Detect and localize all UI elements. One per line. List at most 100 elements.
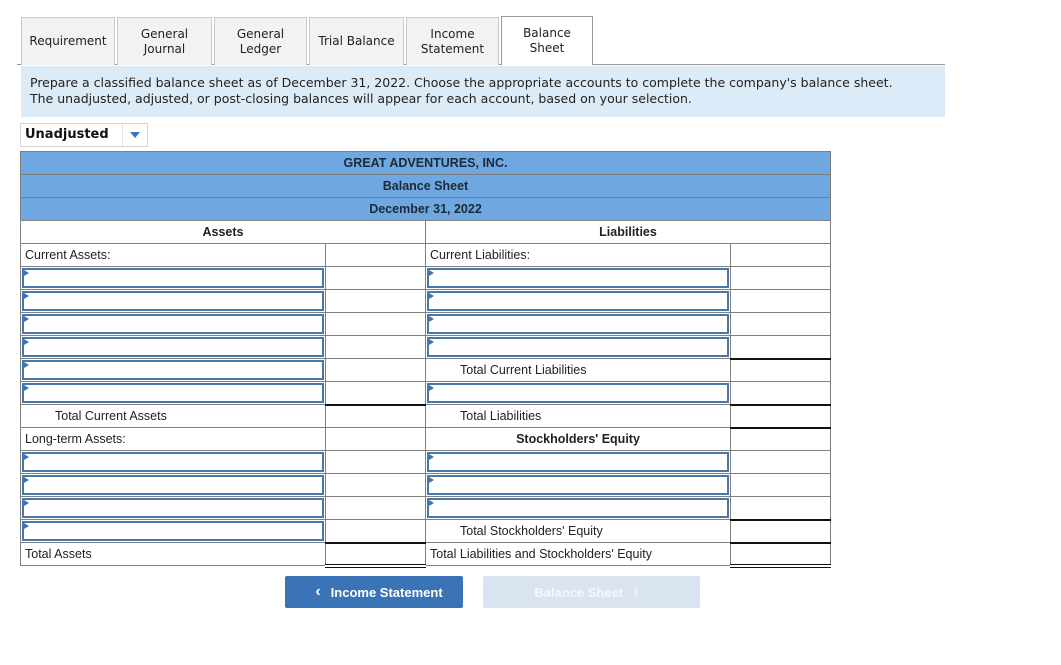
dropdown-flag-icon xyxy=(429,477,434,483)
account-input[interactable] xyxy=(22,383,324,403)
next-balance-sheet-button[interactable]: Balance Sheet › xyxy=(483,576,700,608)
stockholders-equity-header: Stockholders' Equity xyxy=(425,427,731,451)
tab-label: General Ledger xyxy=(236,26,285,56)
instructions-line-1: Prepare a classified balance sheet as of… xyxy=(30,75,893,90)
total-current-assets-label: Total Current Assets xyxy=(20,404,326,428)
total-stockholders-equity-amount[interactable] xyxy=(730,519,831,544)
current-liability-account-select[interactable] xyxy=(425,266,731,290)
tab-general-journal[interactable]: General Journal xyxy=(117,17,212,65)
prev-income-statement-button[interactable]: ‹ Income Statement xyxy=(285,576,463,608)
amount-cell xyxy=(730,427,831,451)
balance-type-select[interactable]: Unadjusted xyxy=(20,123,148,147)
tab-label: Income Statement xyxy=(420,26,485,56)
current-asset-amount[interactable] xyxy=(325,312,426,336)
account-input[interactable] xyxy=(427,337,729,357)
account-input[interactable] xyxy=(427,475,729,495)
total-liabilities-label: Total Liabilities xyxy=(425,404,731,428)
account-input[interactable] xyxy=(427,291,729,311)
account-input[interactable] xyxy=(427,498,729,518)
current-liability-account-select[interactable] xyxy=(425,289,731,313)
tab-general-ledger[interactable]: General Ledger xyxy=(214,17,307,65)
account-input[interactable] xyxy=(22,452,324,472)
dropdown-flag-icon xyxy=(429,270,434,276)
total-current-liabilities-amount[interactable] xyxy=(730,358,831,382)
equity-amount[interactable] xyxy=(730,473,831,497)
current-asset-account-select[interactable] xyxy=(20,335,326,359)
long-term-asset-amount[interactable] xyxy=(325,496,426,520)
current-liabilities-label: Current Liabilities: xyxy=(425,243,731,267)
equity-amount[interactable] xyxy=(730,450,831,474)
long-term-liability-account-select[interactable] xyxy=(425,381,731,405)
current-liability-account-select[interactable] xyxy=(425,335,731,359)
current-liability-account-select[interactable] xyxy=(425,312,731,336)
dropdown-flag-icon xyxy=(24,523,29,529)
long-term-asset-amount[interactable] xyxy=(325,519,426,544)
equity-amount[interactable] xyxy=(730,496,831,521)
current-asset-amount[interactable] xyxy=(325,358,426,382)
balance-sheet-table: GREAT ADVENTURES, INC. Balance Sheet Dec… xyxy=(20,151,831,568)
account-input[interactable] xyxy=(427,452,729,472)
account-input[interactable] xyxy=(427,268,729,288)
liabilities-header: Liabilities xyxy=(425,220,831,244)
dropdown-flag-icon xyxy=(24,500,29,506)
long-term-asset-account-select[interactable] xyxy=(20,450,326,474)
total-stockholders-equity-label: Total Stockholders' Equity xyxy=(425,519,731,543)
account-input[interactable] xyxy=(22,337,324,357)
current-liability-amount[interactable] xyxy=(730,289,831,313)
tab-label: Balance Sheet xyxy=(523,26,571,55)
total-liabilities-amount[interactable] xyxy=(730,404,831,429)
current-assets-label: Current Assets: xyxy=(20,243,326,267)
equity-account-select[interactable] xyxy=(425,496,731,520)
statement-date: December 31, 2022 xyxy=(20,197,831,221)
equity-account-select[interactable] xyxy=(425,473,731,497)
current-asset-amount[interactable] xyxy=(325,266,426,290)
account-input[interactable] xyxy=(427,383,729,403)
account-input[interactable] xyxy=(22,314,324,334)
total-liabilities-and-equity-label: Total Liabilities and Stockholders' Equi… xyxy=(425,542,731,566)
long-term-assets-label: Long-term Assets: xyxy=(20,427,326,451)
long-term-liability-amount[interactable] xyxy=(730,381,831,406)
tab-income-statement[interactable]: Income Statement xyxy=(406,17,499,65)
long-term-asset-account-select[interactable] xyxy=(20,519,326,543)
current-liability-amount[interactable] xyxy=(730,312,831,336)
current-asset-amount[interactable] xyxy=(325,289,426,313)
dropdown-flag-icon xyxy=(24,293,29,299)
total-assets-label: Total Assets xyxy=(20,542,326,566)
statement-title: Balance Sheet xyxy=(20,174,831,198)
current-asset-amount[interactable] xyxy=(325,381,426,406)
account-input[interactable] xyxy=(22,475,324,495)
account-input[interactable] xyxy=(22,498,324,518)
amount-cell xyxy=(730,243,831,267)
long-term-asset-amount[interactable] xyxy=(325,473,426,497)
current-asset-account-select[interactable] xyxy=(20,266,326,290)
account-input[interactable] xyxy=(22,268,324,288)
tab-bar: Requirement General Journal General Ledger… xyxy=(21,16,595,65)
current-asset-account-select[interactable] xyxy=(20,381,326,405)
current-liability-amount[interactable] xyxy=(730,335,831,360)
account-input[interactable] xyxy=(427,314,729,334)
instructions-line-2: The unadjusted, adjusted, or post-closin… xyxy=(30,91,692,106)
account-input[interactable] xyxy=(22,521,324,541)
tab-requirement[interactable]: Requirement xyxy=(21,17,115,65)
total-current-assets-amount[interactable] xyxy=(325,404,426,428)
current-asset-amount[interactable] xyxy=(325,335,426,359)
long-term-asset-amount[interactable] xyxy=(325,450,426,474)
account-input[interactable] xyxy=(22,291,324,311)
instructions-panel: Prepare a classified balance sheet as of… xyxy=(21,66,945,117)
current-liability-amount[interactable] xyxy=(730,266,831,290)
assets-header: Assets xyxy=(20,220,426,244)
tab-balance-sheet[interactable]: Balance Sheet xyxy=(501,16,593,65)
account-input[interactable] xyxy=(22,360,324,380)
current-asset-account-select[interactable] xyxy=(20,312,326,336)
dropdown-toggle[interactable] xyxy=(123,124,147,146)
long-term-asset-account-select[interactable] xyxy=(20,473,326,497)
total-liabilities-and-equity-amount[interactable] xyxy=(730,542,831,568)
total-assets-amount[interactable] xyxy=(325,542,426,568)
dropdown-flag-icon xyxy=(429,454,434,460)
tab-trial-balance[interactable]: Trial Balance xyxy=(309,17,404,65)
long-term-asset-account-select[interactable] xyxy=(20,496,326,520)
current-asset-account-select[interactable] xyxy=(20,358,326,382)
amount-cell xyxy=(325,427,426,451)
current-asset-account-select[interactable] xyxy=(20,289,326,313)
equity-account-select[interactable] xyxy=(425,450,731,474)
